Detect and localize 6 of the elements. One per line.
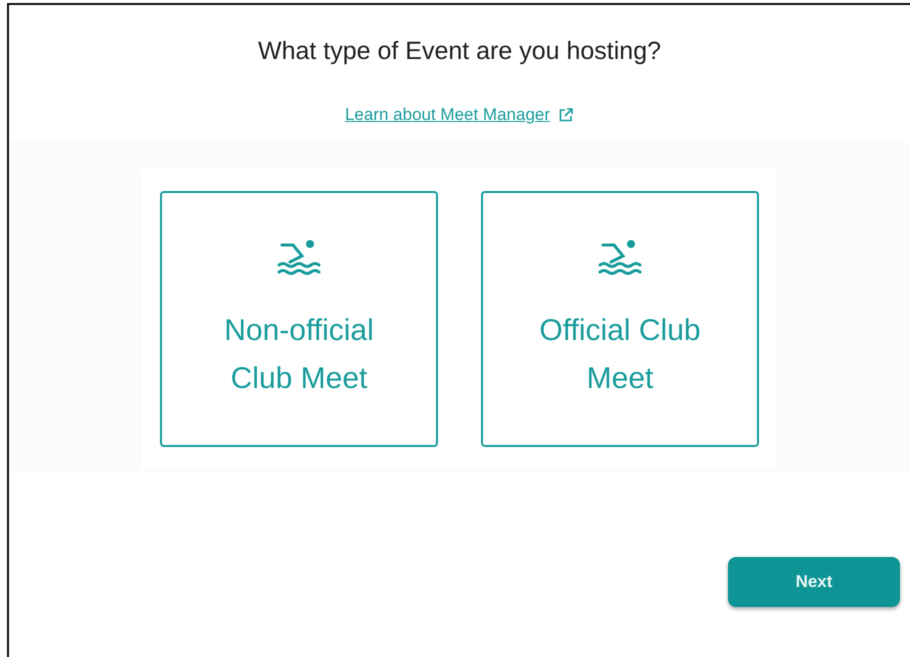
page-title: What type of Event are you hosting?	[256, 36, 662, 67]
external-link-icon	[558, 107, 574, 123]
event-type-card[interactable]: Official Club Meet	[481, 191, 759, 447]
event-type-card[interactable]: Non-official Club Meet	[160, 191, 438, 447]
learn-link[interactable]: Learn about Meet Manager	[344, 105, 550, 125]
next-button[interactable]: Next	[728, 557, 900, 607]
